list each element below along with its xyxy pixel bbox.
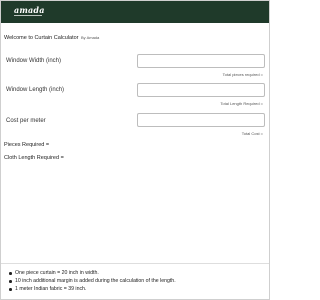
calculator-page: amada Welcome to Curtain Calculator By A… [0, 0, 270, 300]
notes-divider [1, 263, 269, 264]
notes-list: One piece curtain = 20 inch in width. 10… [9, 269, 176, 293]
cost-per-meter-label: Cost per meter [6, 118, 46, 124]
intro-byline: By Amada [81, 35, 100, 40]
window-width-label: Window Width (inch) [6, 58, 62, 64]
window-length-input[interactable] [137, 83, 265, 97]
total-length-hint: Total Length Required = [220, 101, 263, 106]
cost-per-meter-input[interactable] [137, 113, 265, 127]
total-cost-hint: Total Cost = [241, 131, 263, 136]
intro-title: Welcome to Curtain Calculator By Amada [4, 35, 99, 41]
intro-title-text: Welcome to Curtain Calculator [4, 35, 79, 41]
brand-logo[interactable]: amada [14, 5, 45, 15]
pieces-required-result: Pieces Required = [4, 142, 50, 148]
window-width-input[interactable] [137, 54, 265, 68]
cloth-length-required-result: Cloth Length Required = [4, 155, 64, 161]
note-item: 10 inch additional margin is added durin… [9, 277, 176, 285]
header-bar: amada [1, 1, 269, 23]
logo-underline [14, 15, 42, 16]
note-item: 1 meter Indian fabric = 39 inch. [9, 285, 176, 293]
total-pieces-hint: Total pieces required = [222, 72, 263, 77]
note-item: One piece curtain = 20 inch in width. [9, 269, 176, 277]
window-length-label: Window Length (inch) [6, 87, 65, 93]
